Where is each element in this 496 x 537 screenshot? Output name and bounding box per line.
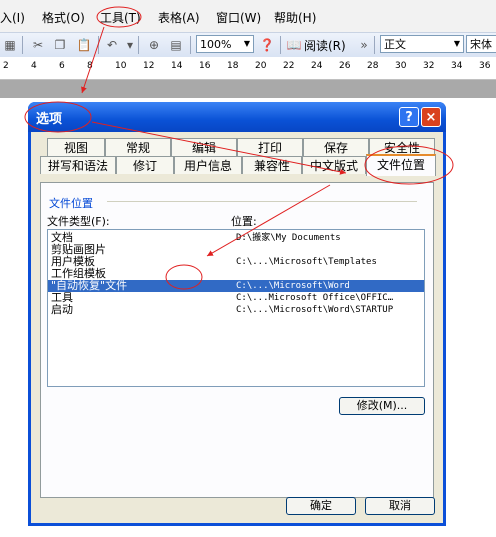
tab-view[interactable]: 视图 [47, 138, 105, 156]
list-item[interactable]: 剪贴画图片 [48, 244, 424, 256]
tab-save[interactable]: 保存 [303, 138, 369, 156]
ruler-tick-label: 22 [283, 61, 295, 71]
toolbar-separator [98, 36, 99, 54]
ruler-tick-label: 24 [311, 61, 323, 71]
read-icon[interactable]: 📖 [286, 37, 302, 53]
style-combo[interactable]: 正文 ▼ [380, 35, 464, 53]
ruler-tick-label: 2 [3, 61, 9, 71]
group-label: 文件位置 [49, 197, 93, 210]
tab-track-changes[interactable]: 修订 [116, 156, 174, 174]
toolbar-separator [374, 36, 375, 54]
group-divider [107, 201, 417, 202]
ruler-tick-label: 36 [479, 61, 491, 71]
tab-compatibility[interactable]: 兼容性 [242, 156, 302, 174]
list-item-selected[interactable]: "自动恢复"文件 C:\...\Microsoft\Word [48, 280, 424, 292]
chevron-down-icon[interactable]: ▼ [451, 36, 463, 52]
menu-help[interactable]: 帮助(H) [274, 9, 316, 26]
location-header: 位置: [231, 215, 257, 228]
ruler-tick-label: 16 [199, 61, 211, 71]
font-combo[interactable]: 宋体 [466, 35, 496, 53]
menu-bar: 入(I) 格式(O) 工具(T) 表格(A) 窗口(W) 帮助(H) [0, 0, 496, 32]
tab-general[interactable]: 常规 [105, 138, 171, 156]
style-value: 正文 [384, 38, 406, 51]
ruler-tick-label: 18 [227, 61, 239, 71]
paste-icon[interactable]: 📋 [76, 37, 92, 53]
toolbar-separator [22, 36, 23, 54]
help-icon[interactable]: ❓ [259, 37, 275, 53]
document-background [0, 80, 496, 98]
ruler-tick-label: 10 [115, 61, 127, 71]
dialog-titlebar[interactable]: 选项 ? × [28, 102, 446, 132]
list-item[interactable]: 工具 C:\...Microsoft Office\OFFIC… [48, 292, 424, 304]
list-item[interactable]: 启动 C:\...\Microsoft\Word\STARTUP [48, 304, 424, 316]
ruler-tick-label: 28 [367, 61, 379, 71]
menu-table[interactable]: 表格(A) [158, 9, 200, 26]
zoom-value: 100% [200, 38, 232, 51]
dialog-title: 选项 [36, 112, 63, 127]
ruler-tick-label: 32 [423, 61, 435, 71]
tab-print[interactable]: 打印 [237, 138, 303, 156]
ruler-tick-label: 14 [171, 61, 183, 71]
file-type-header: 文件类型(F): [47, 215, 110, 228]
close-icon[interactable]: × [421, 107, 441, 127]
font-value: 宋体 [470, 38, 492, 51]
ruler-tick-label: 6 [59, 61, 65, 71]
menu-window[interactable]: 窗口(W) [216, 9, 261, 26]
dialog-body: 视图 常规 编辑 打印 保存 安全性 拼写和语法 修订 用户信息 兼容性 中文版… [31, 132, 443, 523]
ruler-tick-label: 34 [451, 61, 463, 71]
menu-tools[interactable]: 工具(T) [100, 9, 141, 26]
toolbar: ▦ ✂ ❐ 📋 ↶ ▾ ⊕ ▤ 100% ▼ ❓ 📖 阅读(R) » 正文 ▼ … [0, 32, 496, 58]
chevron-down-icon[interactable]: ▼ [241, 36, 253, 52]
research-icon[interactable]: ▦ [2, 37, 18, 53]
tab-asian-typography[interactable]: 中文版式 [302, 156, 366, 174]
file-locations-panel: 文件位置 文件类型(F): 位置: 文档 D:\搬家\My Documents … [40, 182, 434, 498]
ruler-tick-label: 4 [31, 61, 37, 71]
file-location-list[interactable]: 文档 D:\搬家\My Documents 剪贴画图片 用户模板 C:\...\… [47, 229, 425, 387]
toolbar-options-icon[interactable]: » [358, 37, 370, 53]
ruler-tick-label: 26 [339, 61, 351, 71]
tab-file-locations[interactable]: 文件位置 [366, 154, 436, 176]
table-icon[interactable]: ▤ [168, 37, 184, 53]
toolbar-separator [280, 36, 281, 54]
ok-button[interactable]: 确定 [286, 497, 356, 515]
tab-user-info[interactable]: 用户信息 [174, 156, 242, 174]
copy-icon[interactable]: ❐ [52, 37, 68, 53]
menu-format[interactable]: 格式(O) [42, 9, 85, 26]
ruler-tick-label: 8 [87, 61, 93, 71]
zoom-combo[interactable]: 100% ▼ [196, 35, 254, 53]
menu-insert[interactable]: 入(I) [0, 9, 25, 26]
read-button[interactable]: 阅读(R) [304, 37, 346, 54]
hyperlink-icon[interactable]: ⊕ [146, 37, 162, 53]
ruler-tick-label: 30 [395, 61, 407, 71]
modify-button[interactable]: 修改(M)... [339, 397, 425, 415]
toolbar-separator [138, 36, 139, 54]
toolbar-separator [190, 36, 191, 54]
cut-icon[interactable]: ✂ [30, 37, 46, 53]
undo-icon[interactable]: ↶ [104, 37, 120, 53]
options-dialog: 选项 ? × 视图 常规 编辑 打印 保存 安全性 拼写和语法 修订 用户信息 … [28, 102, 446, 526]
cancel-button[interactable]: 取消 [365, 497, 435, 515]
help-icon[interactable]: ? [399, 107, 419, 127]
ruler-tick-label: 12 [143, 61, 155, 71]
tab-edit[interactable]: 编辑 [171, 138, 237, 156]
tab-spelling-grammar[interactable]: 拼写和语法 [40, 156, 116, 174]
ruler-tick-label: 20 [255, 61, 267, 71]
chevron-down-icon[interactable]: ▾ [122, 37, 138, 53]
ruler[interactable]: 2 4 6 8 10 12 14 16 18 20 22 24 26 28 30 32 34 36 [0, 57, 496, 80]
